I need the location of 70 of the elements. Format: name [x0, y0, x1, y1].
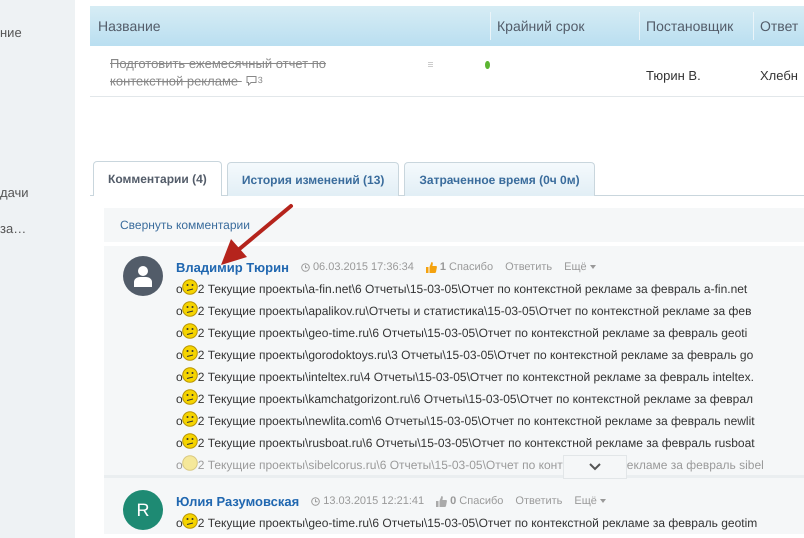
comment-text: o: [176, 392, 183, 406]
comment-text: 2 Текущие проекты\sibelcorus.ru\6 Отчеты\15-03-05\Отчет по конт: [198, 458, 563, 472]
avatar: R: [123, 490, 163, 530]
comment-text: o: [176, 436, 183, 450]
like-count: 0: [450, 495, 456, 507]
table-cell-text: Хлебн: [759, 67, 799, 85]
sidebar-item[interactable]: ние: [0, 25, 75, 41]
user-silhouette-icon: [133, 265, 153, 287]
reply-link[interactable]: Ответить: [505, 261, 552, 273]
smiley-icon: [182, 411, 198, 427]
speech-bubble-icon: [246, 74, 257, 86]
like-count: 1: [440, 261, 446, 273]
menu-icon[interactable]: [428, 61, 434, 68]
comment-text: o: [176, 304, 183, 318]
tab[interactable]: Комментарии (4): [93, 161, 222, 196]
caret-icon: [590, 265, 596, 269]
comment-text: 2 Текущие проекты\geo-time.ru\6 Отчеты\15-03-05\Отчет по контекстной рекламе за февраль geotim: [198, 516, 758, 530]
author-link[interactable]: Юлия Разумовская: [176, 494, 300, 508]
column-header[interactable]: Крайний срок: [490, 12, 639, 40]
comment-text: 2 Текущие проекты\kamchatgorizont.ru\6 Отчеты\15-03-05\Отчет по контекстной рекламе за феврал: [198, 392, 754, 406]
column-header[interactable]: Название: [90, 18, 435, 34]
comment-date: 06.03.2015 17:36:34: [300, 261, 414, 273]
comment-date: 13.03.2015 12:21:41: [311, 495, 424, 507]
thanks-link[interactable]: Спасибо: [459, 495, 504, 507]
comment-count: 3: [246, 72, 263, 88]
smiley-icon: [182, 455, 198, 471]
tab[interactable]: Затраченное время (0ч 0м): [404, 162, 595, 196]
clock-icon: [300, 262, 310, 272]
comment-text: екламе за февраль sibel: [626, 458, 764, 472]
chevron-down-icon: [588, 463, 601, 471]
author-link[interactable]: Владимир Тюрин: [176, 260, 289, 274]
more-link[interactable]: Ещё: [574, 495, 606, 507]
comment-text: 2 Текущие проекты\a-fin.net\6 Отчеты\15-03-05\Отчет по контекстной рекламе за февраль a-fin.net: [198, 282, 748, 296]
table-cell-text: Тюрин В.: [645, 67, 702, 85]
sidebar-item[interactable]: дачи: [0, 185, 75, 201]
smiley-icon: [182, 513, 198, 529]
caret-icon: [600, 499, 606, 503]
comment-text: o: [176, 326, 183, 340]
smiley-icon: [182, 389, 198, 405]
smiley-icon: [182, 323, 198, 339]
smiley-icon: [182, 279, 198, 295]
comment-text: 2 Текущие проекты\inteltex.ru\4 Отчеты\15-03-05\Отчет по контекстной рекламе за февраль inteltex.: [198, 370, 754, 384]
sidebar-item[interactable]: за…: [0, 221, 75, 237]
expand-button[interactable]: [562, 455, 627, 479]
smiley-icon: [182, 367, 198, 383]
more-link[interactable]: Ещё: [564, 261, 596, 273]
thumbs-up-icon[interactable]: [426, 262, 437, 272]
collapse-comments-link[interactable]: Свернуть комментарии: [120, 218, 250, 232]
smiley-icon: [182, 301, 198, 317]
comment-text: o: [176, 348, 183, 362]
column-header[interactable]: Ответ: [753, 12, 804, 40]
thanks-link[interactable]: Спасибо: [449, 261, 494, 273]
task-title-link[interactable]: Подготовить ежемесячный отчет по контекстной рекламе 3: [110, 56, 370, 90]
comment-text: 2 Текущие проекты\apalikov.ru\Отчеты и статистика\15-03-05\Отчет по контекстной рекламе за фев: [198, 304, 752, 318]
comment-text: 2 Текущие проекты\geo-time.ru\6 Отчеты\15-03-05\Отчет по контекстной рекламе за февраль geoti: [198, 326, 748, 340]
column-header[interactable]: Постановщик: [639, 12, 753, 40]
comment-text: 2 Текущие проекты\newlita.com\6 Отчеты\15-03-05\Отчет по контекстной рекламе за февраль newlit: [198, 414, 755, 428]
comment-text: 2 Текущие проекты\rusboat.ru\6 Отчеты\15-03-05\Отчет по контекстной рекламе за февраль rusboat: [198, 436, 755, 450]
comment-text: 2 Текущие проекты\gorodoktoys.ru\3 Отчеты\15-03-05\Отчет по контекстной рекламе за февраль go: [198, 348, 754, 362]
clock-icon: [311, 496, 320, 506]
smiley-icon: [182, 345, 198, 361]
comment-text: o: [176, 414, 183, 428]
thumbs-up-icon[interactable]: [436, 496, 448, 506]
comment-text: o: [176, 282, 183, 296]
tab[interactable]: История изменений (13): [226, 162, 400, 196]
comment-text: o: [176, 458, 183, 472]
comment-text: o: [176, 370, 183, 384]
smiley-icon: [182, 433, 198, 449]
comment-text: o: [176, 516, 183, 530]
reply-link[interactable]: Ответить: [515, 495, 562, 507]
